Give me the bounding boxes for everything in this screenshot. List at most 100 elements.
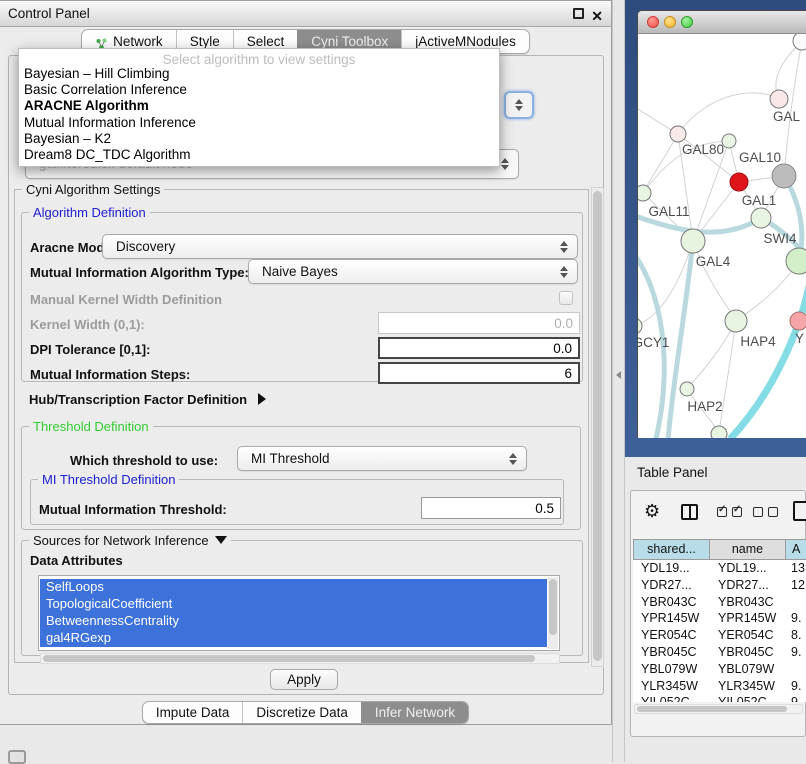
mi-steps-label: Mutual Information Steps: xyxy=(30,367,190,382)
node-gal10[interactable] xyxy=(772,164,796,188)
node-label: GAL80 xyxy=(682,142,724,157)
algorithm-definition-title: Algorithm Definition xyxy=(29,205,150,220)
table-row[interactable]: YER054CYER054C8. xyxy=(633,627,806,644)
node-label: Y xyxy=(795,331,804,346)
splitter-handle-icon[interactable] xyxy=(616,371,621,379)
mi-steps-input[interactable] xyxy=(378,362,580,384)
mi-threshold-input[interactable] xyxy=(421,497,561,519)
aracne-mode-combobox[interactable]: Discovery xyxy=(102,234,578,259)
tab-infer-network-label: Infer Network xyxy=(375,702,455,724)
table-row[interactable]: YBR045CYBR045C9. xyxy=(633,644,806,661)
list-horizontal-scrollbar[interactable] xyxy=(40,653,560,664)
attribute-item[interactable]: TopologicalCoefficient xyxy=(40,596,547,613)
network-window-titlebar[interactable] xyxy=(638,11,806,34)
panel-splitter[interactable] xyxy=(612,0,625,762)
network-canvas[interactable]: GAL GAL80 GAL10 GAL1 GAL11 SWI4 GAL4 GCY… xyxy=(638,34,806,438)
node-gal11[interactable] xyxy=(638,185,651,201)
tab-discretize-data-label: Discretize Data xyxy=(256,702,348,724)
table-toolbar: ⚙ ✓ ✓ xyxy=(631,499,805,529)
column-browser-icon[interactable] xyxy=(681,504,698,520)
table-row[interactable]: YDL19...YDL19...13 xyxy=(633,560,806,577)
algorithm-option[interactable]: Dream8 DC_TDC Algorithm xyxy=(19,147,499,163)
table-panel-body: ⚙ ✓ ✓ shared... name A YDL19...YDL19...1… xyxy=(630,490,806,737)
node[interactable] xyxy=(711,426,727,438)
column-header-clipped[interactable]: A xyxy=(786,539,806,560)
minimize-traffic-light-icon[interactable] xyxy=(664,16,676,28)
stepper-icon xyxy=(515,99,523,111)
node[interactable] xyxy=(670,126,686,142)
node-label: SWI4 xyxy=(763,231,796,246)
manual-kernel-label: Manual Kernel Width Definition xyxy=(30,292,222,307)
node-gal-right[interactable] xyxy=(770,90,788,108)
node-gal80[interactable] xyxy=(722,134,736,148)
stepper-icon xyxy=(501,158,509,170)
attribute-item[interactable]: SelfLoops xyxy=(40,579,547,596)
table-row[interactable]: YBR043CYBR043C xyxy=(633,594,806,611)
gear-icon[interactable]: ⚙ xyxy=(644,501,660,522)
select-all-checked-icon[interactable]: ✓ xyxy=(732,507,742,517)
mi-type-label: Mutual Information Algorithm Type: xyxy=(30,265,249,280)
node-red-selected[interactable] xyxy=(730,173,748,191)
column-header-shared-name[interactable]: shared... xyxy=(633,539,710,560)
node-gal4[interactable] xyxy=(681,229,705,253)
attribute-item[interactable]: BetweennessCentrality xyxy=(40,613,547,630)
algorithm-option[interactable]: Mutual Information Inference xyxy=(19,115,499,131)
table-horizontal-scrollbar[interactable] xyxy=(634,704,803,714)
float-window-icon[interactable] xyxy=(573,8,584,19)
column-header-name[interactable]: name xyxy=(710,539,786,560)
attribute-item[interactable]: gal4RGexp xyxy=(40,630,547,647)
which-threshold-combobox[interactable]: MI Threshold xyxy=(237,446,527,471)
select-all-checked-icon[interactable]: ✓ xyxy=(717,507,727,517)
node-hap2[interactable] xyxy=(680,382,694,396)
tab-discretize-data[interactable]: Discretize Data xyxy=(242,702,361,723)
mi-type-combobox[interactable]: Naive Bayes xyxy=(248,259,578,284)
algorithm-option[interactable]: Bayesian – Hill Climbing xyxy=(19,66,499,82)
close-icon[interactable]: ✕ xyxy=(591,4,603,29)
close-traffic-light-icon[interactable] xyxy=(647,16,659,28)
collapsed-arrow-icon xyxy=(258,393,266,405)
node-gal1[interactable] xyxy=(751,208,771,228)
which-threshold-label: Which threshold to use: xyxy=(70,453,218,468)
algorithm-combobox-fragment[interactable] xyxy=(504,91,534,119)
sources-group: Sources for Network Inference Data Attri… xyxy=(21,540,583,656)
zoom-traffic-light-icon[interactable] xyxy=(681,16,693,28)
table-row[interactable]: YLR345WYLR345W9. xyxy=(633,678,806,695)
mi-threshold-group: MI Threshold Definition Mutual Informati… xyxy=(30,479,564,525)
table-row[interactable]: YBL079WYBL079W xyxy=(633,661,806,678)
table-row[interactable]: YIL052CYIL052C9 xyxy=(633,694,806,702)
algorithm-option[interactable]: Bayesian – K2 xyxy=(19,131,499,147)
node-hap4[interactable] xyxy=(725,310,747,332)
manual-kernel-checkbox[interactable] xyxy=(559,291,573,305)
table-row[interactable]: YDR27...YDR27...12 xyxy=(633,577,806,594)
tab-impute-data[interactable]: Impute Data xyxy=(143,702,243,723)
node-label: GAL10 xyxy=(739,150,781,165)
table-row[interactable]: YPR145WYPR145W9. xyxy=(633,610,806,627)
unselect-all-icon[interactable] xyxy=(753,507,763,517)
table-header-row: shared... name A xyxy=(633,539,806,560)
algorithm-option-selected[interactable]: ARACNE Algorithm xyxy=(19,98,499,114)
data-attributes-list: SelfLoops TopologicalCoefficient Between… xyxy=(38,575,560,651)
node-gcy1[interactable] xyxy=(638,318,642,334)
bottom-tab-bar: Impute Data Discretize Data Infer Networ… xyxy=(0,701,611,724)
algorithm-option[interactable]: Basic Correlation Inference xyxy=(19,82,499,98)
tab-impute-data-label: Impute Data xyxy=(156,702,230,724)
tab-infer-network[interactable]: Infer Network xyxy=(361,702,468,723)
network-icon xyxy=(95,35,108,48)
export-table-icon[interactable] xyxy=(793,501,806,521)
hub-definition-toggle[interactable]: Hub/Transcription Factor Definition xyxy=(29,392,266,407)
node-swi4[interactable] xyxy=(786,248,806,274)
unselect-all-icon[interactable] xyxy=(768,507,778,517)
expanded-arrow-icon xyxy=(215,536,227,544)
apply-button[interactable]: Apply xyxy=(270,669,338,690)
kernel-width-input[interactable] xyxy=(378,312,580,334)
dpi-tolerance-input[interactable] xyxy=(378,337,580,359)
node-y[interactable] xyxy=(790,312,806,330)
list-vertical-scrollbar[interactable] xyxy=(548,577,558,649)
node-label: GCY1 xyxy=(638,335,669,350)
aracne-mode-value: Discovery xyxy=(116,239,175,254)
settings-vertical-scrollbar[interactable] xyxy=(591,187,604,667)
mi-threshold-group-title: MI Threshold Definition xyxy=(38,472,179,487)
kernel-width-label: Kernel Width (0,1): xyxy=(30,317,145,332)
control-panel-titlebar: Control Panel ✕ xyxy=(0,1,611,27)
stepper-icon xyxy=(560,241,568,253)
